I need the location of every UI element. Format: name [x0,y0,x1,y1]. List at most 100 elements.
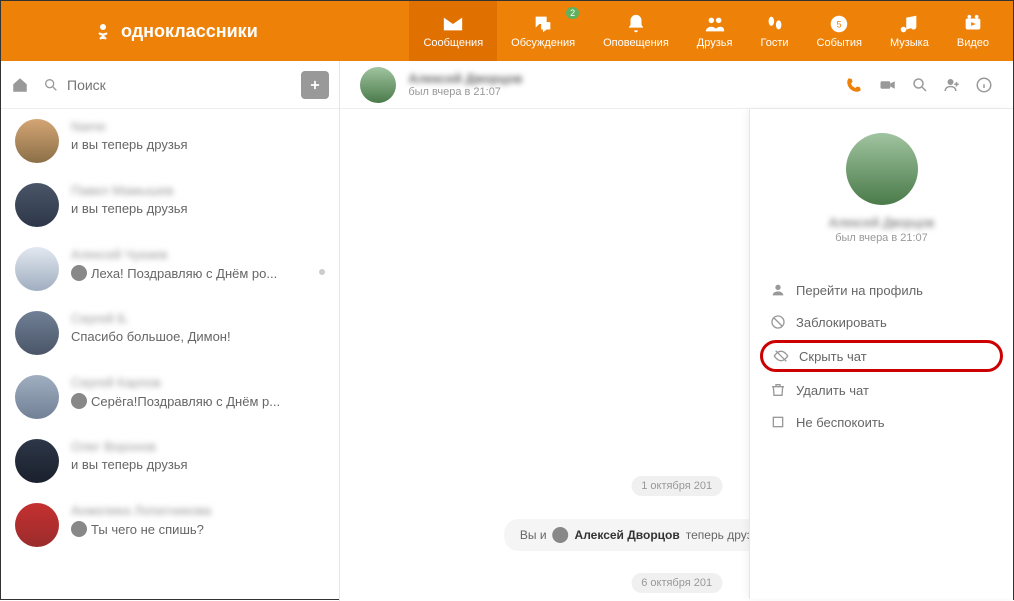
sidebar: Name и вы теперь друзья Павел Мамышев и вы… [1,61,340,601]
chat-name: Сергей Карпов [71,375,325,390]
avatar [15,119,59,163]
mini-avatar [553,527,569,543]
panel-item-label: Перейти на профиль [796,283,923,298]
date-separator: 6 октября 201 [631,573,722,593]
panel-item-label: Не беспокоить [796,415,885,430]
mini-avatar [71,393,87,409]
avatar [15,183,59,227]
nav-events[interactable]: 5 События [803,1,876,61]
chat-name: Алексей Чукаев [71,247,325,262]
envelope-icon [442,13,464,35]
chat-name: Анжелика Лопатникова [71,503,325,518]
logo[interactable]: одноклассники [91,19,258,43]
svg-text:5: 5 [837,20,842,30]
chat-list: Name и вы теперь друзья Павел Мамышев и вы… [1,109,339,601]
avatar [15,375,59,419]
brand-text: одноклассники [121,21,258,42]
chat-preview: Спасибо большое, Димон! [71,329,325,344]
nav-messages[interactable]: Сообщения [409,1,497,61]
chat-name: Сергей Б. [71,311,325,326]
nav-music[interactable]: Музыка [876,1,943,61]
add-user-icon[interactable] [943,76,961,94]
add-button[interactable] [301,71,329,99]
avatar [15,311,59,355]
nav-label: Музыка [890,37,929,49]
panel-dnd[interactable]: Не беспокоить [750,406,1013,438]
video-icon [962,13,984,35]
panel-block[interactable]: Заблокировать [750,306,1013,338]
chat-item[interactable]: Анжелика Лопатникова Ты чего не спишь? [1,493,339,557]
contact-status: был вчера в 21:07 [408,86,522,98]
mini-avatar [71,521,87,537]
panel-delete-chat[interactable]: Удалить чат [750,374,1013,406]
chat-area: Алексей Дворцов был вчера в 21:07 1 октя… [340,61,1013,601]
chat-item[interactable]: Олег Воронов и вы теперь друзья [1,429,339,493]
badge: 2 [566,7,579,19]
chat-preview: Ты чего не спишь? [71,521,325,537]
search-row [1,61,339,109]
music-icon [898,13,920,35]
nav-notifications[interactable]: Оповещения [589,1,683,61]
thumb-icon: 5 [828,13,850,35]
nav-discussions[interactable]: 2 Обсуждения [497,1,589,61]
panel-item-label: Заблокировать [796,315,887,330]
panel-item-label: Удалить чат [796,383,869,398]
chat-name: Павел Мамышев [71,183,325,198]
panel-status: был вчера в 21:07 [750,232,1013,244]
video-call-icon[interactable] [879,76,897,94]
nav-label: Друзья [697,37,733,49]
trash-icon [770,382,786,398]
hide-icon [773,348,789,364]
avatar [15,439,59,483]
nav-video[interactable]: Видео [943,1,1003,61]
mini-avatar [71,265,87,281]
profile-panel: Алексей Дворцов был вчера в 21:07 Перейт… [749,109,1013,599]
main: Name и вы теперь друзья Павел Мамышев и вы… [1,61,1013,601]
panel-avatar[interactable] [846,133,918,205]
chat-name: Олег Воронов [71,439,325,454]
home-icon[interactable] [11,76,29,94]
panel-item-label: Скрыть чат [799,349,867,364]
nav-label: Оповещения [603,37,669,49]
panel-hide-chat[interactable]: Скрыть чат [760,340,1003,372]
avatar [15,247,59,291]
chat-preview: и вы теперь друзья [71,201,325,216]
chat-header: Алексей Дворцов был вчера в 21:07 [340,61,1013,109]
chat-item[interactable]: Сергей Карпов Серёга!Поздравляю с Днём р.… [1,365,339,429]
panel-name: Алексей Дворцов [750,215,1013,230]
avatar [15,503,59,547]
friends-icon [704,13,726,35]
avatar[interactable] [360,67,396,103]
chat-item[interactable]: Алексей Чукаев Леха! Поздравляю с Днём ро… [1,237,339,301]
nav-friends[interactable]: Друзья [683,1,747,61]
footprints-icon [764,13,786,35]
nav-guests[interactable]: Гости [746,1,802,61]
call-icon[interactable] [843,74,865,96]
chat-item[interactable]: Name и вы теперь друзья [1,109,339,173]
chat-preview: Леха! Поздравляю с Днём ро... [71,265,325,281]
search-input[interactable] [67,77,301,93]
ok-logo-icon [91,19,115,43]
info-icon[interactable] [975,76,993,94]
chat-item[interactable]: Сергей Б. Спасибо большое, Димон! [1,301,339,365]
panel-go-profile[interactable]: Перейти на профиль [750,274,1013,306]
search-icon [43,77,59,93]
chat-icon [532,13,554,35]
nav-label: Обсуждения [511,37,575,49]
chat-preview: и вы теперь друзья [71,137,325,152]
top-nav: одноклассники Сообщения 2 Обсуждения Опо… [1,1,1013,61]
chat-preview: и вы теперь друзья [71,457,325,472]
search-chat-icon[interactable] [911,76,929,94]
chat-actions [843,74,993,96]
chat-item[interactable]: Павел Мамышев и вы теперь друзья [1,173,339,237]
nav-label: Сообщения [423,37,483,49]
contact-name: Алексей Дворцов [408,71,522,86]
date-separator: 1 октября 201 [631,476,722,496]
chat-preview: Серёга!Поздравляю с Днём р... [71,393,325,409]
chat-name: Name [71,119,325,134]
bell-icon [625,13,647,35]
nav-label: Видео [957,37,989,49]
nav-label: События [817,37,862,49]
block-icon [770,314,786,330]
nav-items: Сообщения 2 Обсуждения Оповещения Друзья… [409,1,1003,61]
